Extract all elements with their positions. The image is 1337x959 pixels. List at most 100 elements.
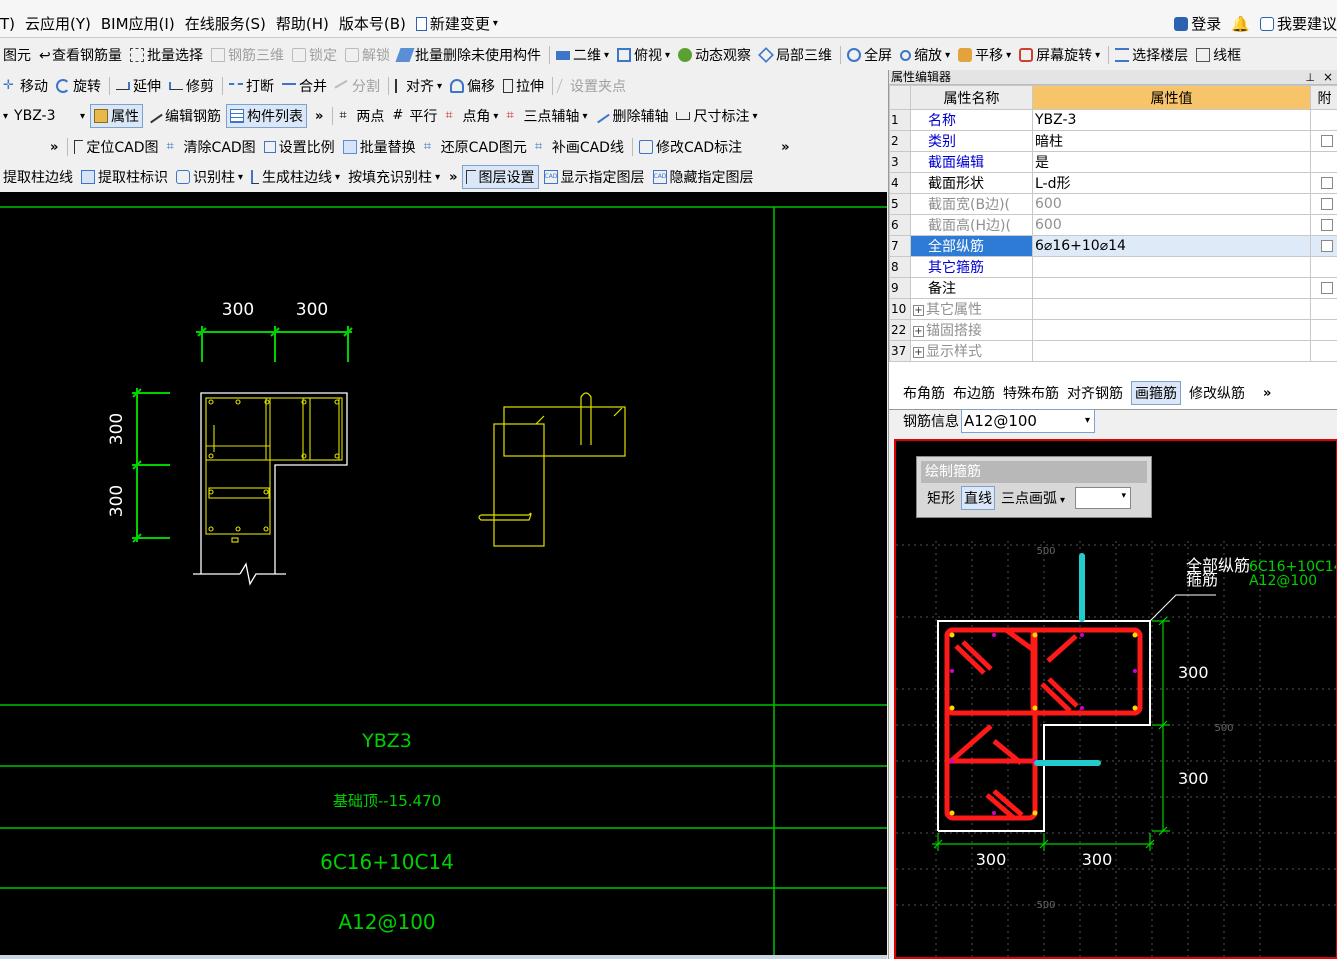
- tb-trim[interactable]: 修剪: [166, 74, 217, 98]
- tb-rotate[interactable]: 旋转: [53, 74, 104, 98]
- checkbox[interactable]: [1321, 282, 1333, 294]
- tb-set-grip[interactable]: 设置夹点: [556, 74, 629, 98]
- feedback-button[interactable]: 我要建议: [1259, 13, 1337, 34]
- tb-element[interactable]: 图元: [0, 43, 34, 67]
- property-row[interactable]: 8 其它箍筋: [889, 256, 1337, 278]
- tb-batch-select[interactable]: 批量选择: [127, 43, 206, 67]
- property-value-cell[interactable]: L-d形: [1032, 172, 1311, 194]
- property-row[interactable]: 7 全部纵筋 6⌀16+10⌀14: [889, 235, 1337, 257]
- tb-show-layer[interactable]: CAD 显示指定图层: [541, 165, 648, 189]
- tb-generate-column-edge[interactable]: 生成柱边线 ▾: [248, 165, 343, 189]
- tb-delete-axis[interactable]: 删除辅轴: [592, 104, 671, 128]
- tb-stretch[interactable]: 拉伸: [500, 74, 547, 98]
- tb-batch-replace[interactable]: 批量替换: [340, 135, 419, 159]
- tb-merge[interactable]: 合并: [279, 74, 330, 98]
- overflow-chevron-icon[interactable]: »: [449, 170, 457, 185]
- section-edit-canvas[interactable]: 500 500 500 全部纵筋 箍筋 6C16+10C14 A12@100 3…: [894, 439, 1337, 959]
- tb-recognize-column[interactable]: 识别柱 ▾: [173, 165, 246, 189]
- tb-clear-cad[interactable]: ⌗ 清除CAD图: [164, 135, 259, 159]
- tb-unlock[interactable]: 解锁: [342, 43, 393, 67]
- property-row[interactable]: 6 截面高(H边)(600: [889, 214, 1337, 236]
- tb-pan[interactable]: 平移 ▾: [955, 43, 1014, 67]
- tb-orbit[interactable]: 动态观察: [675, 43, 754, 67]
- overflow-chevron-icon[interactable]: »: [50, 140, 58, 155]
- tb-view-rebar-qty[interactable]: ↩ 查看钢筋量: [36, 43, 125, 67]
- tb-point-angle[interactable]: ⌗ 点角 ▾: [442, 104, 501, 128]
- tb-wireframe[interactable]: 线框: [1193, 43, 1244, 67]
- tb-parallel[interactable]: # 平行: [389, 104, 440, 128]
- tab-corner-rebar[interactable]: 布角筋: [903, 383, 945, 403]
- tb-fullscreen[interactable]: 全屏: [844, 43, 895, 67]
- stirrup-option-select[interactable]: ▾: [1075, 487, 1132, 509]
- expand-icon[interactable]: +: [913, 304, 924, 316]
- menu-item-cloud[interactable]: 云应用(Y): [25, 13, 91, 34]
- checkbox[interactable]: [1321, 198, 1333, 210]
- tb-three-point-axis[interactable]: ⌗ 三点辅轴 ▾: [503, 104, 590, 128]
- tb-set-scale[interactable]: 设置比例: [261, 135, 338, 159]
- login-button[interactable]: 登录: [1174, 13, 1221, 34]
- menu-item-t[interactable]: T): [0, 15, 15, 33]
- property-value-cell[interactable]: [1032, 277, 1311, 299]
- tb-two-point[interactable]: ⌗ 两点: [336, 104, 387, 128]
- component-select[interactable]: ▾ YBZ-3 ▾: [0, 104, 88, 128]
- property-row[interactable]: 4 截面形状 L-d形: [889, 172, 1337, 194]
- menu-item-new-change[interactable]: 新建变更 ▾: [415, 13, 498, 34]
- property-row[interactable]: 10 + 其它属性: [889, 298, 1337, 320]
- tb-modify-cad-dim[interactable]: 修改CAD标注: [636, 135, 745, 159]
- tb-extend[interactable]: 延伸: [113, 74, 164, 98]
- tb-offset[interactable]: 偏移: [447, 74, 498, 98]
- property-row[interactable]: 5 截面宽(B边)(600: [889, 193, 1337, 215]
- tab-edge-rebar[interactable]: 布边筋: [953, 383, 995, 403]
- tb-select-floor[interactable]: 选择楼层: [1112, 43, 1191, 67]
- tb-extract-column-edge[interactable]: 提取柱边线: [0, 165, 76, 189]
- tb-draw-cad-line[interactable]: ⌗ 补画CAD线: [532, 135, 627, 159]
- tab-draw-stirrup[interactable]: 画箍筋: [1131, 381, 1181, 405]
- property-row[interactable]: 2 类别 暗柱: [889, 130, 1337, 152]
- tb-batch-delete-unused[interactable]: 批量删除未使用构件: [395, 43, 544, 67]
- property-value-cell[interactable]: 600: [1032, 214, 1311, 236]
- cad-drawing-canvas[interactable]: 300 300 300 300 YBZ3 基础顶--15.470 6C16+10…: [0, 192, 887, 959]
- property-row[interactable]: 1 名称 YBZ-3: [889, 109, 1337, 131]
- overflow-chevron-icon[interactable]: »: [315, 109, 323, 124]
- tb-align[interactable]: 对齐 ▾: [392, 74, 445, 98]
- property-value-cell[interactable]: 暗柱: [1032, 130, 1311, 152]
- menu-item-online[interactable]: 在线服务(S): [185, 13, 266, 34]
- menu-item-help[interactable]: 帮助(H): [276, 13, 329, 34]
- property-value-cell[interactable]: [1032, 340, 1311, 362]
- property-row[interactable]: 37 + 显示样式: [889, 340, 1337, 362]
- tb-break[interactable]: 打断: [226, 74, 277, 98]
- property-value-cell[interactable]: 600: [1032, 193, 1311, 215]
- property-value-cell[interactable]: YBZ-3: [1032, 109, 1311, 131]
- checkbox[interactable]: [1321, 219, 1333, 231]
- tb-layer-settings[interactable]: 图层设置: [461, 165, 539, 189]
- tb-rotate-screen[interactable]: 屏幕旋转 ▾: [1016, 43, 1103, 67]
- overflow-chevron-icon[interactable]: »: [781, 140, 789, 155]
- tab-modify-longitudinal[interactable]: 修改纵筋: [1189, 383, 1245, 403]
- checkbox[interactable]: [1321, 177, 1333, 189]
- checkbox[interactable]: [1321, 240, 1333, 252]
- property-row[interactable]: 9 备注: [889, 277, 1337, 299]
- tb-local-3d[interactable]: 局部三维: [756, 43, 835, 67]
- property-value-cell[interactable]: [1032, 256, 1311, 278]
- pin-icon[interactable]: ⊥: [1305, 70, 1315, 85]
- tb-rebar-3d[interactable]: 钢筋三维: [208, 43, 287, 67]
- rebar-info-select[interactable]: A12@100 ▾: [961, 409, 1095, 433]
- tb-restore-cad[interactable]: ⌗ 还原CAD图元: [421, 135, 530, 159]
- tb-locate-cad[interactable]: 定位CAD图: [71, 135, 161, 159]
- tb-split[interactable]: 分割: [332, 74, 383, 98]
- tb-properties[interactable]: 属性: [90, 104, 143, 128]
- tb-zoom[interactable]: 缩放 ▾: [897, 43, 953, 67]
- property-value-cell[interactable]: 是: [1032, 151, 1311, 173]
- tb-component-list[interactable]: 构件列表: [226, 104, 307, 128]
- tb-dimension[interactable]: 尺寸标注 ▾: [673, 104, 760, 128]
- rectangle-button[interactable]: 矩形: [925, 487, 957, 509]
- tb-hide-layer[interactable]: CAD 隐藏指定图层: [650, 165, 757, 189]
- checkbox[interactable]: [1321, 135, 1333, 147]
- property-value-cell[interactable]: 6⌀16+10⌀14: [1032, 235, 1311, 257]
- menu-item-version[interactable]: 版本号(B): [339, 13, 406, 34]
- expand-icon[interactable]: +: [913, 346, 924, 358]
- tb-lock[interactable]: 锁定: [289, 43, 340, 67]
- close-icon[interactable]: ×: [1323, 70, 1333, 85]
- tb-recognize-by-fill[interactable]: 按填充识别柱 ▾: [345, 165, 443, 189]
- tab-align-rebar[interactable]: 对齐钢筋: [1067, 383, 1123, 403]
